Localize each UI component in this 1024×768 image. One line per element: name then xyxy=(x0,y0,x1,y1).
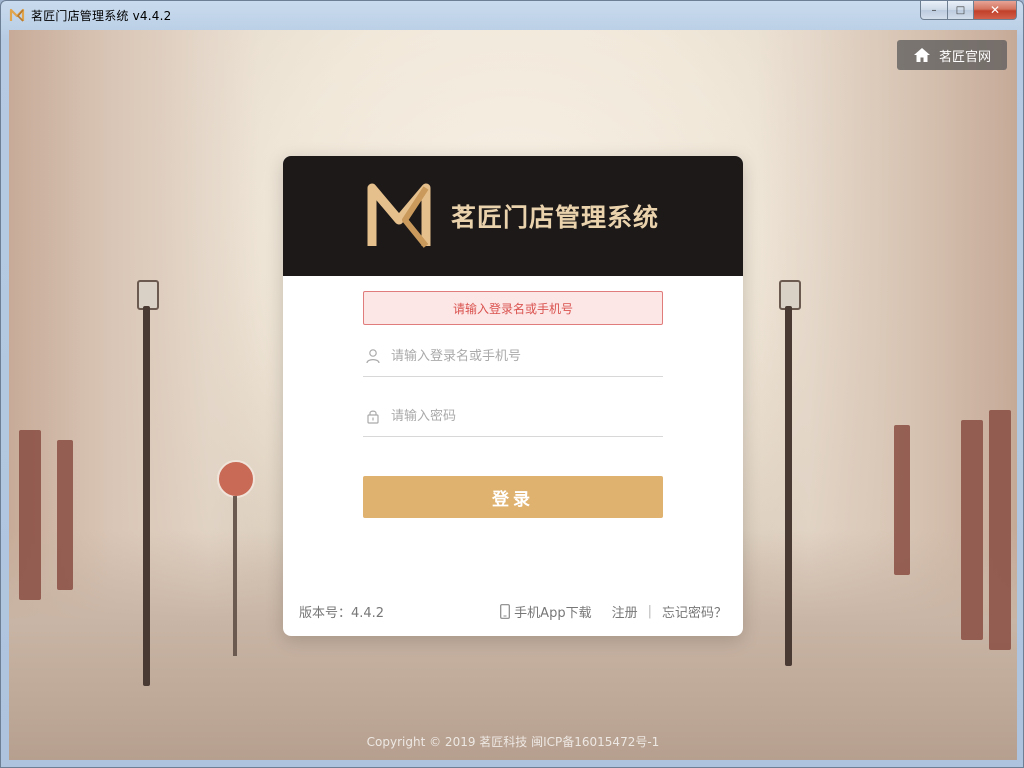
copyright-text: Copyright © 2019 茗匠科技 闽ICP备16015472号-1 xyxy=(366,735,660,749)
brand-name: 茗匠门店管理系统 xyxy=(450,203,659,232)
login-card-footer: 版本号：4.4.2 手机App下载 注册 | 忘记密码？ xyxy=(283,586,743,636)
footer-separator: | xyxy=(647,604,652,619)
phone-icon xyxy=(500,604,511,619)
app-download-link[interactable]: 手机App下载 xyxy=(500,602,592,621)
background-door xyxy=(57,440,73,590)
background-door xyxy=(894,425,910,575)
login-screen: 茗匠官网 茗匠门店管理系统 请输入登录名或手机号 请输入登录名或手机号 登录 版… xyxy=(9,30,1017,760)
username-field xyxy=(363,336,663,377)
password-field xyxy=(363,396,663,437)
background-door xyxy=(961,420,983,640)
app-window: 茗匠门店管理系统 v4.4.2 – □ ✕ 茗匠官网 茗匠门店管理系统 请输入登… xyxy=(0,0,1024,768)
app-download-label: 手机App下载 xyxy=(514,606,592,621)
maximize-button[interactable]: □ xyxy=(948,1,974,20)
login-card-header: 茗匠门店管理系统 xyxy=(283,156,743,276)
background-door xyxy=(19,430,41,600)
street-lamp-pole xyxy=(785,306,792,666)
brand-logo-icon xyxy=(367,183,431,248)
street-lamp-pole xyxy=(143,306,150,686)
error-alert: 请输入登录名或手机号 xyxy=(363,291,663,325)
close-button[interactable]: ✕ xyxy=(974,1,1017,20)
home-icon xyxy=(913,48,930,62)
footer-links: 手机App下载 注册 | 忘记密码？ xyxy=(500,602,727,621)
window-title: 茗匠门店管理系统 v4.4.2 xyxy=(31,8,172,23)
login-button[interactable]: 登录 xyxy=(363,476,663,518)
version-label: 版本号：4.4.2 xyxy=(299,606,385,621)
official-site-label: 茗匠官网 xyxy=(938,49,991,65)
stop-sign xyxy=(217,460,255,498)
register-link[interactable]: 注册 xyxy=(612,602,638,621)
login-card: 茗匠门店管理系统 请输入登录名或手机号 登录 版 xyxy=(283,156,743,636)
username-input[interactable] xyxy=(389,347,653,365)
app-logo-icon xyxy=(9,8,25,22)
lock-icon xyxy=(367,410,379,424)
sign-post xyxy=(233,496,237,656)
forgot-password-link[interactable]: 忘记密码？ xyxy=(662,602,727,621)
minimize-button[interactable]: – xyxy=(920,1,948,20)
window-controls: – □ ✕ xyxy=(920,1,1017,21)
user-icon xyxy=(366,349,380,364)
title-bar[interactable]: 茗匠门店管理系统 v4.4.2 – □ ✕ xyxy=(1,1,1023,29)
official-site-button[interactable]: 茗匠官网 xyxy=(897,40,1007,70)
background-door xyxy=(989,410,1011,650)
password-input[interactable] xyxy=(389,407,653,425)
